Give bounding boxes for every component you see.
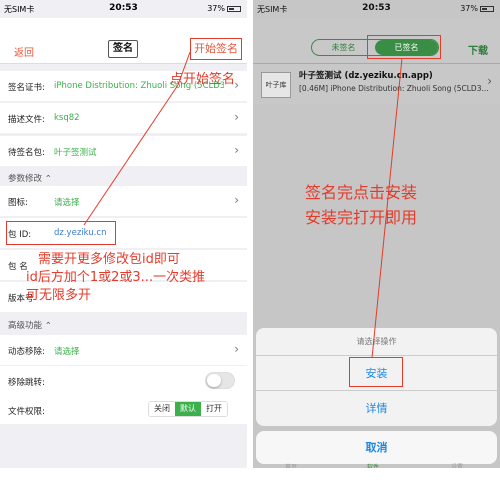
battery-indicator: 37% bbox=[207, 4, 241, 13]
perm-option-off[interactable]: 关闭 bbox=[149, 402, 175, 416]
tab-bar: 首页 软件 设置 bbox=[253, 462, 500, 468]
app-title: 叶子签测试 (dz.yeziku.cn.app) bbox=[299, 71, 433, 81]
signed-app-row[interactable]: 叶子库 叶子签测试 (dz.yeziku.cn.app) [0.46M] iPh… bbox=[253, 64, 500, 104]
battery-icon bbox=[227, 5, 241, 12]
install-hint-annotation-1: 签名完点击安装 bbox=[305, 183, 418, 202]
signed-tab-highlight bbox=[367, 35, 441, 59]
dylib-label: 动态移除: bbox=[8, 347, 45, 357]
profile-value: ksq82 bbox=[54, 113, 80, 123]
app-name-label: 包 名 bbox=[8, 262, 28, 272]
dylib-value: 请选择 bbox=[54, 347, 80, 357]
bundle-id-highlight bbox=[6, 221, 116, 245]
multi-open-annotation-2: id后方加个1或2或3...一次类推 bbox=[26, 270, 206, 285]
file-permission-label: 文件权限: bbox=[8, 407, 45, 417]
download-button[interactable]: 下载 bbox=[468, 42, 488, 57]
cancel-button[interactable]: 取消 bbox=[256, 431, 497, 464]
tab-unsigned[interactable]: 未签名 bbox=[312, 40, 375, 55]
pending-label: 待签名包: bbox=[8, 148, 45, 158]
chevron-right-icon: › bbox=[234, 342, 239, 356]
app-subtitle: [0.46M] iPhone Distribution: Zhuoli Song… bbox=[299, 84, 489, 93]
profile-label: 描述文件: bbox=[8, 115, 45, 125]
chevron-right-icon: › bbox=[234, 143, 239, 157]
chevron-right-icon: › bbox=[487, 74, 492, 88]
tab-home[interactable]: 首页 bbox=[285, 462, 297, 468]
sign-screen: 无SIM卡 20:53 37% 返回 签名 开始签名 签名证书: iPhone … bbox=[0, 0, 247, 468]
remove-jump-toggle[interactable] bbox=[205, 372, 235, 389]
chevron-right-icon: › bbox=[234, 110, 239, 124]
advanced-section-header[interactable]: 高级功能 ⌃ bbox=[8, 319, 52, 331]
battery-indicator: 37% bbox=[460, 4, 494, 13]
multi-open-annotation-3: 可无限多开 bbox=[26, 288, 92, 303]
nav-bar: 返回 签名 开始签名 bbox=[0, 18, 247, 64]
perm-option-on[interactable]: 打开 bbox=[201, 402, 227, 416]
start-hint-annotation: 点开始签名 bbox=[170, 72, 236, 87]
start-sign-button[interactable]: 开始签名 bbox=[190, 38, 242, 60]
status-bar: 无SIM卡 20:53 37% bbox=[253, 0, 500, 18]
details-button[interactable]: 详情 bbox=[256, 391, 497, 426]
app-logo-icon: 叶子库 bbox=[261, 72, 291, 98]
perm-option-default[interactable]: 默认 bbox=[175, 402, 201, 416]
chevron-right-icon: › bbox=[234, 193, 239, 207]
multi-open-annotation-1: 需要开更多修改包id即可 bbox=[38, 252, 180, 267]
battery-icon bbox=[480, 5, 494, 12]
page-title: 签名 bbox=[108, 40, 138, 58]
icon-value: 请选择 bbox=[54, 198, 80, 208]
file-permission-row: 文件权限: 关闭 默认 打开 bbox=[0, 396, 247, 424]
remove-jump-label: 移除跳转: bbox=[8, 378, 45, 388]
action-sheet-title: 请选择操作 bbox=[256, 328, 497, 356]
pending-package-row[interactable]: 待签名包: 叶子签测试 › bbox=[0, 136, 247, 166]
page: 无SIM卡 20:53 37% 返回 签名 开始签名 签名证书: iPhone … bbox=[0, 0, 500, 500]
tab-settings[interactable]: 设置 bbox=[451, 462, 463, 468]
cert-label: 签名证书: bbox=[8, 83, 45, 93]
signed-list-screen: 无SIM卡 20:53 37% 未签名 已签名 下载 叶子库 叶子签测试 (dz… bbox=[253, 0, 500, 468]
params-section-header[interactable]: 参数修改 ⌃ bbox=[8, 172, 52, 184]
tab-apps[interactable]: 软件 bbox=[367, 462, 379, 468]
remove-jump-row: 移除跳转: bbox=[0, 366, 247, 396]
back-button[interactable]: 返回 bbox=[14, 44, 34, 59]
dylib-remove-row[interactable]: 动态移除: 请选择 › bbox=[0, 335, 247, 365]
status-bar: 无SIM卡 20:53 37% bbox=[0, 0, 247, 18]
pending-value: 叶子签测试 bbox=[54, 148, 97, 158]
icon-row[interactable]: 图标: 请选择 › bbox=[0, 186, 247, 216]
icon-label: 图标: bbox=[8, 198, 28, 208]
file-permission-segmented: 关闭 默认 打开 bbox=[148, 401, 228, 417]
install-highlight bbox=[349, 357, 403, 387]
install-hint-annotation-2: 安装完打开即用 bbox=[305, 208, 418, 227]
profile-row[interactable]: 描述文件: ksq82 › bbox=[0, 103, 247, 133]
